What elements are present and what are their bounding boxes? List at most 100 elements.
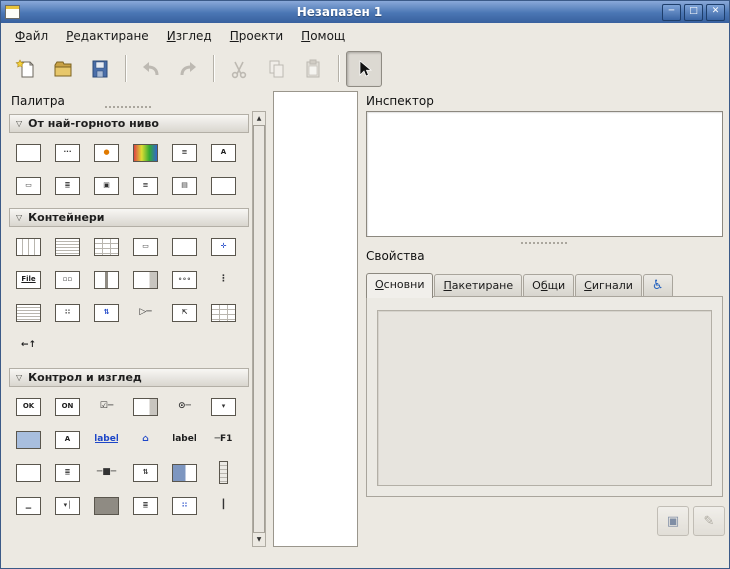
palette-item-iconview[interactable]: ∷ — [48, 296, 87, 329]
palette-item-dialog-box[interactable]: ··· — [48, 136, 87, 169]
titlebar[interactable]: Незапазен 1 ─ □ ✕ — [1, 1, 729, 23]
palette-item-link-label[interactable]: label — [87, 423, 126, 456]
minimize-button[interactable]: ─ — [662, 4, 681, 21]
edit-button[interactable]: ✎ — [693, 506, 725, 536]
palette-item-radio-button[interactable]: ⊙─ — [165, 390, 204, 423]
palette-item-hpaned[interactable] — [126, 263, 165, 296]
new-button[interactable] — [8, 51, 44, 87]
palette-item-viewport[interactable] — [204, 296, 243, 329]
menu-file[interactable]: Файл — [6, 25, 57, 47]
palette-item-about-dialog[interactable]: ▣ — [87, 169, 126, 202]
palette-item-table[interactable] — [87, 230, 126, 263]
palette-item-hscale[interactable]: ─■─ — [87, 456, 126, 489]
palette-item-text-entry[interactable] — [9, 456, 48, 489]
palette-item-text-view[interactable]: ≣ — [48, 456, 87, 489]
properties-notebook — [366, 296, 723, 497]
inspector-grip[interactable] — [521, 242, 567, 244]
undo-button[interactable] — [133, 51, 169, 87]
glade-window: Незапазен 1 ─ □ ✕ ФайлРедактиранеИзгледП… — [0, 0, 730, 569]
palette-item-icon-grid[interactable]: ∷ — [165, 489, 204, 522]
palette-item-assistant[interactable] — [204, 169, 243, 202]
palette-item-list-view[interactable]: ≣ — [126, 489, 165, 522]
menu-projects[interactable]: Проекти — [221, 25, 292, 47]
palette-item-message-dialog[interactable]: ● — [87, 136, 126, 169]
maximize-button[interactable]: □ — [684, 4, 703, 21]
palette-section-header-0[interactable]: ▽От най-горното ниво — [9, 114, 249, 133]
scrollbar-thumb[interactable] — [253, 125, 265, 533]
save-button[interactable] — [82, 51, 118, 87]
palette-item-hbox[interactable] — [9, 230, 48, 263]
palette-item-toggle-button[interactable]: ON — [48, 390, 87, 423]
properties-tabs: ОсновниПакетиранеОбщиСигнали♿ — [366, 270, 674, 297]
palette-item-vbox[interactable] — [48, 230, 87, 263]
palette-item-window[interactable] — [9, 136, 48, 169]
tab-general[interactable]: Основни — [366, 273, 433, 298]
tab-accessibility[interactable]: ♿ — [643, 274, 673, 297]
palette-item-list-dialog[interactable]: ≡ — [126, 169, 165, 202]
palette-item-notebook[interactable]: ▭ — [126, 230, 165, 263]
selector-button[interactable] — [346, 51, 382, 87]
palette-item-image[interactable]: ⌂ — [126, 423, 165, 456]
palette-item-handle-box[interactable] — [9, 296, 48, 329]
palette-item-layout[interactable]: ⇱ — [165, 296, 204, 329]
dialog-box-icon: ··· — [55, 144, 80, 162]
open-button[interactable] — [45, 51, 81, 87]
palette-item-input-dialog[interactable]: ▭ — [9, 169, 48, 202]
properties-page[interactable] — [377, 310, 712, 486]
palette-item-alignment[interactable]: ←↑ — [9, 329, 48, 362]
menu-view[interactable]: Изглед — [158, 25, 221, 47]
redo-button[interactable] — [170, 51, 206, 87]
palette-item-menubar[interactable]: File — [9, 263, 48, 296]
palette-scrollbar[interactable]: ▲ ▼ — [252, 111, 266, 547]
palette-item-option-menu[interactable]: ▾ — [204, 390, 243, 423]
window-menu-icon[interactable] — [5, 5, 20, 19]
handle-box-icon — [16, 304, 41, 322]
check-button-icon: ☑─ — [94, 398, 119, 416]
palette-item-check-button[interactable]: ☑─ — [87, 390, 126, 423]
palette-item-frame[interactable] — [165, 230, 204, 263]
palette-item-vscrollbar[interactable] — [204, 456, 243, 489]
paste-button[interactable] — [295, 51, 331, 87]
scroll-up-icon[interactable]: ▲ — [253, 112, 265, 126]
palette-item-accelerator[interactable]: ─F1 — [204, 423, 243, 456]
tab-packing[interactable]: Пакетиране — [434, 274, 522, 297]
inspector-view[interactable] — [366, 111, 723, 237]
palette-item-vbuttonbox[interactable]: ⋮ — [204, 263, 243, 296]
scroll-down-icon[interactable]: ▼ — [253, 532, 265, 546]
palette-item-text-dialog[interactable]: ▤ — [165, 169, 204, 202]
palette-item-combo-box[interactable] — [126, 390, 165, 423]
design-canvas[interactable] — [273, 91, 358, 547]
palette-item-hbuttonbox[interactable]: ∘∘∘ — [165, 263, 204, 296]
cut-button[interactable] — [221, 51, 257, 87]
palette-item-toolbar[interactable]: ▫▫ — [48, 263, 87, 296]
menu-help[interactable]: Помощ — [292, 25, 354, 47]
tab-signals[interactable]: Сигнали — [575, 274, 642, 297]
image-icon: ⌂ — [133, 431, 158, 449]
palette-item-scrolled-window[interactable]: ⇅ — [87, 296, 126, 329]
palette-section-header-1[interactable]: ▽Контейнери — [9, 208, 249, 227]
palette-grip[interactable] — [105, 106, 151, 108]
palette-item-font-selection-dialog[interactable]: A — [204, 136, 243, 169]
apply-button[interactable]: ▣ — [657, 506, 689, 536]
menu-edit[interactable]: Редактиране — [57, 25, 158, 47]
palette-item-accel-label[interactable]: A — [48, 423, 87, 456]
palette-item-combo-box-entry[interactable]: ▾│ — [48, 489, 87, 522]
palette-item-button[interactable]: OK — [9, 390, 48, 423]
palette-item-statusbar[interactable]: ▁ — [9, 489, 48, 522]
palette-item-entry[interactable] — [9, 423, 48, 456]
palette-item-expander[interactable]: ▷─ — [126, 296, 165, 329]
palette-section-header-2[interactable]: ▽Контрол и изглед — [9, 368, 249, 387]
copy-button[interactable] — [258, 51, 294, 87]
palette-item-spin-button[interactable]: ⇅ — [126, 456, 165, 489]
palette-item-file-chooser-dialog[interactable]: ≣ — [48, 169, 87, 202]
palette-item-label[interactable]: label — [165, 423, 204, 456]
palette-item-file-selection-dialog[interactable]: ≡ — [165, 136, 204, 169]
close-button[interactable]: ✕ — [706, 4, 725, 21]
palette-item-vseparator[interactable]: ┃ — [204, 489, 243, 522]
tab-common[interactable]: Общи — [523, 274, 574, 297]
palette-item-vpaned[interactable] — [87, 263, 126, 296]
palette-item-fixed[interactable]: ✛ — [204, 230, 243, 263]
palette-item-progress-bar[interactable] — [165, 456, 204, 489]
palette-item-color-selection-dialog[interactable] — [126, 136, 165, 169]
palette-item-hscrollbar[interactable] — [87, 489, 126, 522]
